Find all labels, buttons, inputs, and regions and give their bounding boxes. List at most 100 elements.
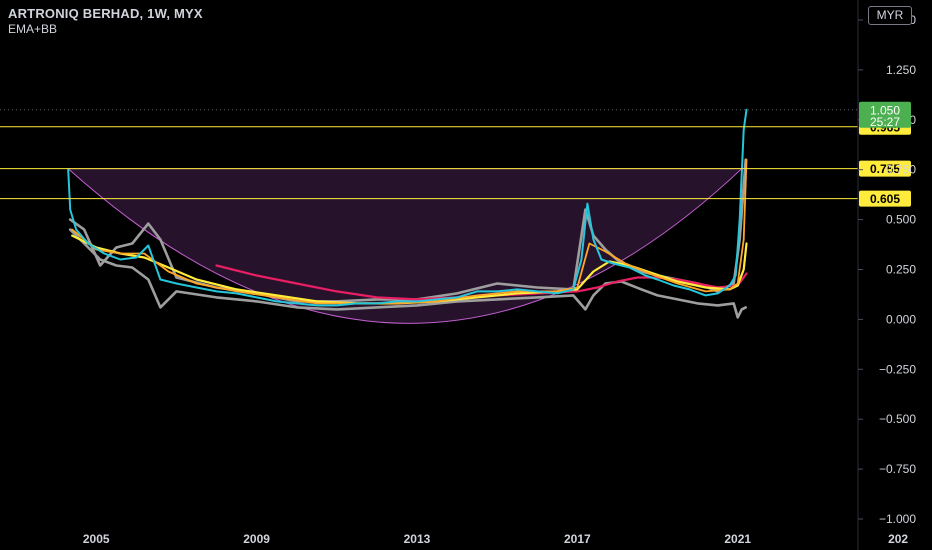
point-price bbox=[739, 218, 741, 221]
point-price bbox=[135, 256, 137, 259]
point-band-lower bbox=[456, 300, 458, 303]
point-ema-fast bbox=[624, 262, 627, 265]
point-band-lower bbox=[697, 302, 699, 305]
point-ema-slow bbox=[143, 256, 145, 259]
point-ema-long bbox=[596, 286, 598, 289]
point-ema-fast bbox=[436, 300, 438, 303]
y-tick-label: 0.750 bbox=[886, 163, 916, 177]
point-ema-fast bbox=[476, 294, 478, 297]
point-ema-fast bbox=[648, 272, 651, 275]
point-band bbox=[69, 218, 71, 221]
point-band bbox=[536, 286, 538, 289]
point-price bbox=[119, 258, 121, 261]
point-price bbox=[215, 290, 218, 293]
point-price bbox=[316, 304, 318, 307]
point-band-lower bbox=[115, 264, 117, 267]
x-tick-label: 2021 bbox=[724, 532, 751, 546]
x-tick-label: 2013 bbox=[404, 532, 431, 546]
point-ema-slow bbox=[737, 284, 739, 287]
point-ema-long bbox=[676, 278, 679, 281]
point-price bbox=[586, 203, 588, 205]
point-price bbox=[195, 286, 198, 289]
point-band bbox=[115, 246, 117, 249]
indicator-label[interactable]: EMA+BB bbox=[8, 22, 57, 36]
point-band bbox=[456, 292, 458, 295]
point-ema-slow bbox=[316, 300, 318, 303]
symbol-title[interactable]: ARTRONIQ BERHAD, 1W, MYX bbox=[8, 6, 203, 21]
point-ema-fast bbox=[604, 250, 607, 253]
point-price bbox=[717, 292, 719, 295]
point-ema-slow bbox=[592, 270, 594, 273]
point-ema-long bbox=[745, 272, 748, 275]
point-band-lower bbox=[640, 288, 643, 291]
point-ema-fast bbox=[167, 270, 169, 273]
point-price bbox=[276, 300, 278, 303]
point-ema-long bbox=[416, 298, 418, 301]
price-tag-countdown: 25:27 bbox=[870, 115, 900, 129]
point-band-lower bbox=[131, 266, 133, 269]
y-tick-label: −0.250 bbox=[879, 362, 916, 376]
point-price bbox=[689, 288, 691, 291]
level-label: 0.605 bbox=[870, 192, 900, 206]
y-tick-label: −0.500 bbox=[879, 412, 916, 426]
point-ema-slow bbox=[167, 266, 169, 269]
point-ema-long bbox=[636, 276, 639, 279]
point-price bbox=[159, 278, 161, 281]
point-price bbox=[69, 209, 71, 211]
y-tick-label: 0.500 bbox=[886, 213, 916, 227]
point-ema-long bbox=[616, 280, 619, 283]
point-price bbox=[476, 290, 478, 293]
point-band-lower bbox=[656, 294, 659, 297]
point-band-lower bbox=[536, 296, 538, 299]
point-ema-long bbox=[255, 274, 258, 277]
currency-button[interactable]: MYR bbox=[868, 6, 912, 25]
price-chart[interactable]: 0.9650.7550.605 1.5001.2501.0000.7500.50… bbox=[0, 0, 932, 550]
point-band bbox=[496, 282, 498, 285]
point-band-lower bbox=[147, 278, 149, 281]
point-price bbox=[87, 242, 89, 245]
point-price bbox=[672, 284, 675, 287]
point-band-lower bbox=[733, 302, 735, 305]
point-ema-slow bbox=[71, 234, 73, 237]
point-ema-long bbox=[215, 264, 218, 267]
point-price bbox=[356, 302, 358, 305]
point-price bbox=[147, 244, 149, 247]
point-ema-slow bbox=[476, 296, 478, 299]
point-price bbox=[592, 238, 594, 241]
point-band bbox=[83, 228, 85, 231]
point-band-lower bbox=[592, 294, 594, 297]
y-tick-label: −1.000 bbox=[879, 512, 916, 526]
point-band bbox=[159, 238, 161, 241]
point-price bbox=[572, 288, 574, 291]
point-price bbox=[336, 304, 338, 307]
point-ema-fast bbox=[316, 302, 318, 305]
point-price bbox=[516, 288, 518, 291]
point-price bbox=[580, 258, 582, 261]
point-band bbox=[147, 222, 149, 225]
point-price bbox=[235, 292, 238, 295]
point-price bbox=[296, 302, 298, 305]
point-price bbox=[729, 284, 731, 287]
point-price bbox=[396, 300, 398, 303]
point-ema-slow bbox=[276, 294, 278, 297]
point-price bbox=[456, 296, 458, 299]
point-ema-slow bbox=[516, 292, 518, 295]
point-ema-fast bbox=[576, 286, 578, 289]
point-ema-slow bbox=[743, 268, 745, 271]
point-band-lower bbox=[717, 304, 719, 307]
point-band-lower bbox=[215, 296, 218, 299]
point-ema-long bbox=[376, 296, 378, 299]
point-band-lower bbox=[159, 306, 161, 309]
point-ema-fast bbox=[705, 290, 707, 293]
point-ema-fast bbox=[737, 282, 739, 285]
point-price bbox=[612, 262, 615, 265]
point-ema-fast bbox=[119, 252, 121, 255]
y-tick-label: 0.250 bbox=[886, 262, 916, 276]
point-price bbox=[436, 298, 438, 301]
point-price bbox=[705, 294, 707, 297]
point-band-lower bbox=[336, 308, 338, 311]
point-band-lower bbox=[584, 308, 586, 311]
point-ema-fast bbox=[729, 288, 731, 291]
point-ema-fast bbox=[276, 296, 278, 299]
point-band-lower bbox=[99, 258, 101, 261]
